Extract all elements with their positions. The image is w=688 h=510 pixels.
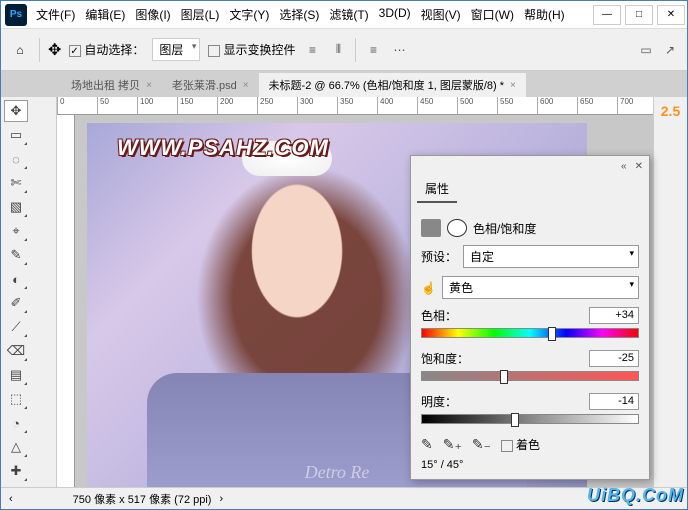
options-bar: ⌂ ✥ 自动选择： 图层 显示变换控件 ≡ ⫴ ≡ ⋯ ▭ ↗: [1, 29, 687, 71]
healing-tool[interactable]: ◐: [4, 268, 28, 290]
close-icon[interactable]: ×: [243, 80, 249, 91]
menu-layer[interactable]: 图层(L): [176, 2, 225, 27]
adjustment-icon: [421, 219, 441, 237]
clone-tool[interactable]: ⟋: [4, 316, 28, 338]
dock-value: 2.5: [654, 103, 687, 119]
panel-menu-icon[interactable]: «: [621, 161, 627, 172]
tab-doc-3[interactable]: 未标题-2 @ 66.7% (色相/饱和度 1, 图层蒙版/8) *×: [259, 73, 526, 97]
preset-dropdown[interactable]: 自定: [463, 245, 639, 268]
range-angles: 15° / 45°: [421, 459, 639, 471]
ruler-horizontal: 0501001502002503003504004505005506006507…: [57, 97, 653, 115]
show-transform-label: 显示变换控件: [223, 43, 295, 57]
colorize-checkbox[interactable]: [501, 440, 513, 452]
eyedropper-add-icon[interactable]: ✎₊: [443, 436, 462, 453]
panel-close-icon[interactable]: ✕: [635, 161, 643, 172]
auto-select-target-dropdown[interactable]: 图层: [152, 38, 200, 61]
lightness-label: 明度：: [421, 393, 457, 410]
color-range-dropdown[interactable]: 黄色: [442, 276, 639, 299]
hue-slider[interactable]: [421, 328, 639, 338]
blur-tool[interactable]: ◔: [4, 412, 28, 434]
lasso-tool[interactable]: ◌: [4, 148, 28, 170]
quick-select-tool[interactable]: ✄: [4, 172, 28, 194]
history-brush-tool[interactable]: ⌫: [4, 340, 28, 362]
document-tabs: 场地出租 拷贝× 老张莱滑.psd× 未标题-2 @ 66.7% (色相/饱和度…: [1, 71, 687, 97]
align-v-icon[interactable]: ⫴: [329, 41, 347, 59]
menu-type[interactable]: 文字(Y): [224, 2, 274, 27]
right-dock: 2.5: [653, 97, 687, 487]
tab-doc-1[interactable]: 场地出租 拷贝×: [61, 73, 162, 97]
menu-select[interactable]: 选择(S): [274, 2, 324, 27]
mask-icon[interactable]: [447, 219, 467, 237]
saturation-value-input[interactable]: -25: [589, 350, 639, 367]
menu-file[interactable]: 文件(F): [31, 2, 80, 27]
gradient-tool[interactable]: ⬚: [4, 388, 28, 410]
align-h-icon[interactable]: ≡: [303, 41, 321, 59]
eyedropper-tool[interactable]: ✎: [4, 244, 28, 266]
app-logo: Ps: [5, 4, 27, 26]
eyedropper-icon[interactable]: ✎: [421, 436, 433, 453]
menu-filter[interactable]: 滤镜(T): [324, 2, 373, 27]
menu-view[interactable]: 视图(V): [416, 2, 466, 27]
menu-window[interactable]: 窗口(W): [466, 2, 519, 27]
window-controls: — □ ✕: [591, 5, 687, 25]
saturation-label: 饱和度：: [421, 350, 469, 367]
hue-label: 色相：: [421, 307, 457, 324]
move-tool-icon: ✥: [48, 40, 61, 60]
document-info: 750 像素 x 517 像素 (72 ppi): [73, 491, 212, 507]
preset-label: 预设：: [421, 248, 457, 265]
show-transform-checkbox[interactable]: [208, 45, 220, 57]
menu-3d[interactable]: 3D(D): [374, 2, 416, 27]
lightness-slider[interactable]: [421, 414, 639, 424]
close-icon[interactable]: ×: [146, 80, 152, 91]
maximize-button[interactable]: □: [625, 5, 653, 25]
eyedropper-subtract-icon[interactable]: ✎₋: [472, 436, 491, 453]
share-icon[interactable]: ↗: [661, 41, 679, 59]
tab-doc-2[interactable]: 老张莱滑.psd×: [162, 73, 259, 97]
close-button[interactable]: ✕: [657, 5, 685, 25]
ruler-vertical: [57, 115, 75, 487]
brush-tool[interactable]: ✐: [4, 292, 28, 314]
frame-icon[interactable]: ▭: [637, 41, 655, 59]
crop-tool[interactable]: ▧: [4, 196, 28, 218]
menu-image[interactable]: 图像(I): [130, 2, 175, 27]
watermark-text: WWW.PSAHZ.COM: [117, 135, 329, 161]
close-icon[interactable]: ×: [510, 80, 516, 91]
adjustment-name: 色相/饱和度: [473, 220, 536, 237]
hue-value-input[interactable]: +34: [589, 307, 639, 324]
shirt-graphic-text: Detro Re: [305, 462, 370, 483]
pen-tool[interactable]: ✚: [4, 460, 28, 482]
minimize-button[interactable]: —: [593, 5, 621, 25]
menu-edit[interactable]: 编辑(E): [80, 2, 130, 27]
type-tool[interactable]: ⌒: [4, 484, 28, 487]
finger-scrub-icon[interactable]: ☝: [421, 281, 436, 295]
footer-brand: UiBQ.CoM: [587, 485, 684, 506]
auto-select-checkbox[interactable]: [69, 45, 81, 57]
title-bar: Ps 文件(F) 编辑(E) 图像(I) 图层(L) 文字(Y) 选择(S) 滤…: [1, 1, 687, 29]
dodge-tool[interactable]: △: [4, 436, 28, 458]
properties-panel: « ✕ 属性 色相/饱和度 预设： 自定 ☝ 黄色 色相： +34 饱和度： -25…: [410, 155, 650, 480]
status-arrow-left[interactable]: ‹: [9, 493, 13, 505]
distribute-icon[interactable]: ≡: [364, 41, 382, 59]
frame-tool[interactable]: ⌖: [4, 220, 28, 242]
auto-select-label: 自动选择：: [84, 43, 144, 57]
colorize-label: 着色: [516, 438, 540, 452]
move-tool[interactable]: ✥: [4, 100, 28, 122]
menu-bar: 文件(F) 编辑(E) 图像(I) 图层(L) 文字(Y) 选择(S) 滤镜(T…: [31, 2, 570, 27]
panel-tab-properties[interactable]: 属性: [417, 176, 457, 203]
status-bar: ‹ 750 像素 x 517 像素 (72 ppi) ›: [1, 487, 687, 509]
toolbox: ✥ ▭ ◌ ✄ ▧ ⌖ ✎ ◐ ✐ ⟋ ⌫ ▤ ⬚ ◔ △ ✚ ⌒ ⤧ T ▭ …: [1, 97, 57, 487]
eraser-tool[interactable]: ▤: [4, 364, 28, 386]
menu-help[interactable]: 帮助(H): [519, 2, 570, 27]
home-icon[interactable]: ⌂: [9, 39, 31, 61]
saturation-slider[interactable]: [421, 371, 639, 381]
lightness-value-input[interactable]: -14: [589, 393, 639, 410]
marquee-tool[interactable]: ▭: [4, 124, 28, 146]
status-caret[interactable]: ›: [219, 493, 223, 505]
more-icon[interactable]: ⋯: [390, 41, 408, 59]
